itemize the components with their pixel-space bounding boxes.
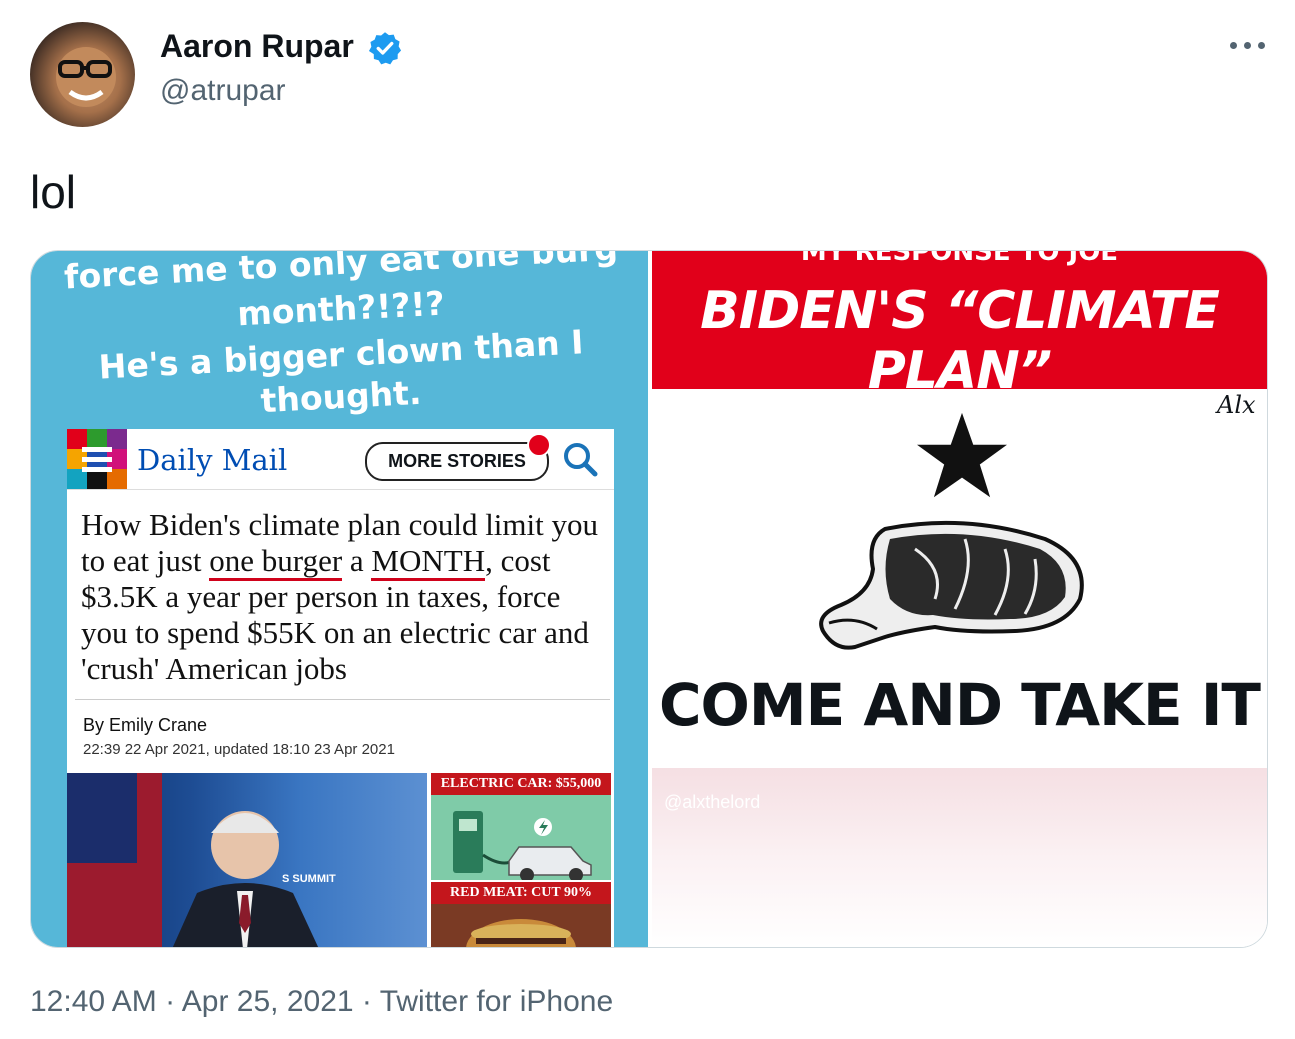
tweet-footer: 12:40 AM · Apr 25, 2021 · Twitter for iP… [30,985,613,1019]
headline-underline-month: MONTH [371,543,486,581]
electric-car-illustration [431,795,611,882]
more-stories-button: MORE STORIES [365,442,549,481]
author-name[interactable]: Aaron Rupar [160,28,354,65]
tweet-text: lol [30,166,77,218]
tag-electric-car: ELECTRIC CAR: $55,000 [431,773,611,795]
divider [75,699,610,700]
media-image-left[interactable]: force me to only eat one burg month?!?!?… [31,251,648,947]
tweet-time[interactable]: 12:40 AM [30,985,157,1018]
watermark-text: @alxthelord [664,792,761,812]
article-byline: By Emily Crane [83,715,208,735]
search-icon [564,443,598,477]
author-avatar[interactable] [30,22,135,127]
tag-red-meat: RED MEAT: CUT 90% [431,882,611,904]
verified-badge-icon [368,32,402,65]
headline-underline-burger: one burger [209,543,343,581]
author-handle[interactable]: @atrupar [160,74,286,108]
separator-dot: · [361,985,380,1018]
media-image-right[interactable]: MY RESPONSE TO JOE BIDEN'S “CLIMATE PLAN… [652,251,1267,947]
artist-signature: Alx [1217,391,1256,419]
steak-icon [819,520,1084,650]
more-options-icon[interactable] [1228,30,1268,60]
banner-top-text: MY RESPONSE TO JOE [800,251,1119,267]
photo-caption: S SUMMIT [282,873,336,885]
slogan-text: COME AND TAKE IT [658,671,1261,739]
daily-mail-menu-icon [67,429,127,489]
article-date: 22:39 22 Apr 2021, updated 18:10 23 Apr … [83,741,395,758]
biden-photo-illustration [67,773,319,947]
daily-mail-logo: Daily Mail [137,443,288,477]
star-icon [917,412,1007,498]
notification-dot [527,433,551,457]
banner-title: BIDEN'S “CLIMATE PLAN” [700,281,1220,401]
tweet-media: force me to only eat one burg month?!?!?… [30,250,1268,948]
daily-mail-card: Daily Mail MORE STORIES How Biden's clim… [67,429,614,947]
separator-dot: · [165,985,182,1018]
title-banner: MY RESPONSE TO JOE BIDEN'S “CLIMATE PLAN… [652,251,1267,401]
tweet-date[interactable]: Apr 25, 2021 [182,985,354,1018]
burger-photo [431,904,611,947]
article-headline: How Biden's climate plan could limit you… [81,507,599,686]
tweet-source[interactable]: Twitter for iPhone [380,985,613,1018]
article-photo-biden: S SUMMIT [67,773,427,947]
daily-mail-header: Daily Mail MORE STORIES [67,429,614,490]
